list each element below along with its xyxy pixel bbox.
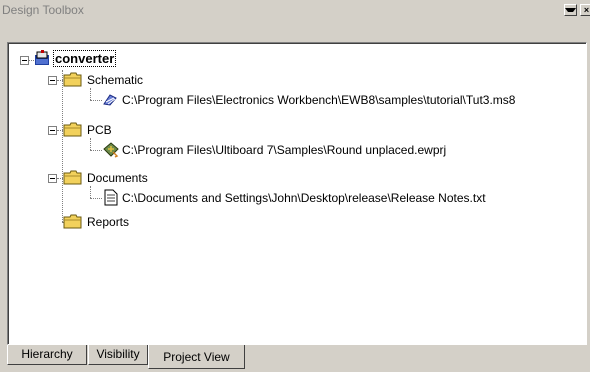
tree-line [90, 88, 91, 100]
project-tree: converter Schematic C:\Program Files\Ele… [8, 43, 586, 344]
tree-line [90, 138, 91, 150]
file-label: C:\Program Files\Ultiboard 7\Samples\Rou… [122, 143, 447, 157]
text-file-icon [104, 189, 118, 206]
tab-project-view[interactable]: Project View [148, 345, 245, 369]
folder-icon [63, 72, 82, 87]
close-button[interactable]: × [580, 4, 590, 16]
tree-item-file[interactable]: C:\Program Files\Electronics Workbench\E… [102, 91, 582, 109]
folder-label: Documents [87, 171, 148, 185]
tree-item-documents[interactable]: Documents [63, 169, 203, 187]
title-bar: Design Toolbox × [0, 0, 590, 22]
tree-item-file[interactable]: C:\Documents and Settings\John\Desktop\r… [102, 189, 582, 207]
project-tree-panel[interactable]: converter Schematic C:\Program Files\Ele… [7, 42, 587, 345]
tree-item-pcb[interactable]: PCB [63, 121, 183, 139]
root-label: converter [52, 50, 117, 67]
file-label: C:\Program Files\Electronics Workbench\E… [122, 93, 516, 107]
tree-item-root[interactable]: converter [34, 50, 174, 68]
schematic-file-icon [103, 94, 117, 106]
collapse-pcb-expander[interactable] [48, 126, 57, 135]
tree-item-schematic[interactable]: Schematic [63, 71, 183, 89]
file-label: C:\Documents and Settings\John\Desktop\r… [122, 191, 486, 205]
folder-label: Schematic [87, 73, 144, 87]
collapse-schematic-expander[interactable] [48, 76, 57, 85]
tree-line [90, 100, 102, 101]
tree-item-reports[interactable]: Reports [63, 213, 183, 231]
tree-line [62, 70, 63, 222]
minimize-button[interactable] [564, 4, 577, 16]
tree-line [90, 150, 102, 151]
folder-label: PCB [87, 123, 112, 137]
folder-icon [63, 170, 82, 185]
folder-label: Reports [87, 215, 130, 229]
pcb-file-icon [103, 142, 119, 158]
tree-line [90, 198, 102, 199]
collapse-root-expander[interactable] [20, 56, 29, 65]
chevron-down-icon [565, 8, 576, 12]
tab-visibility[interactable]: Visibility [88, 345, 148, 365]
collapse-documents-expander[interactable] [48, 174, 57, 183]
tree-item-file[interactable]: C:\Program Files\Ultiboard 7\Samples\Rou… [102, 141, 582, 159]
tree-line [90, 186, 91, 198]
bottom-tab-bar: Hierarchy Visibility Project View [7, 345, 587, 372]
window-title: Design Toolbox [2, 3, 84, 17]
folder-icon [63, 214, 82, 229]
folder-icon [63, 122, 82, 137]
tab-hierarchy[interactable]: Hierarchy [7, 345, 87, 365]
project-icon [35, 50, 49, 65]
